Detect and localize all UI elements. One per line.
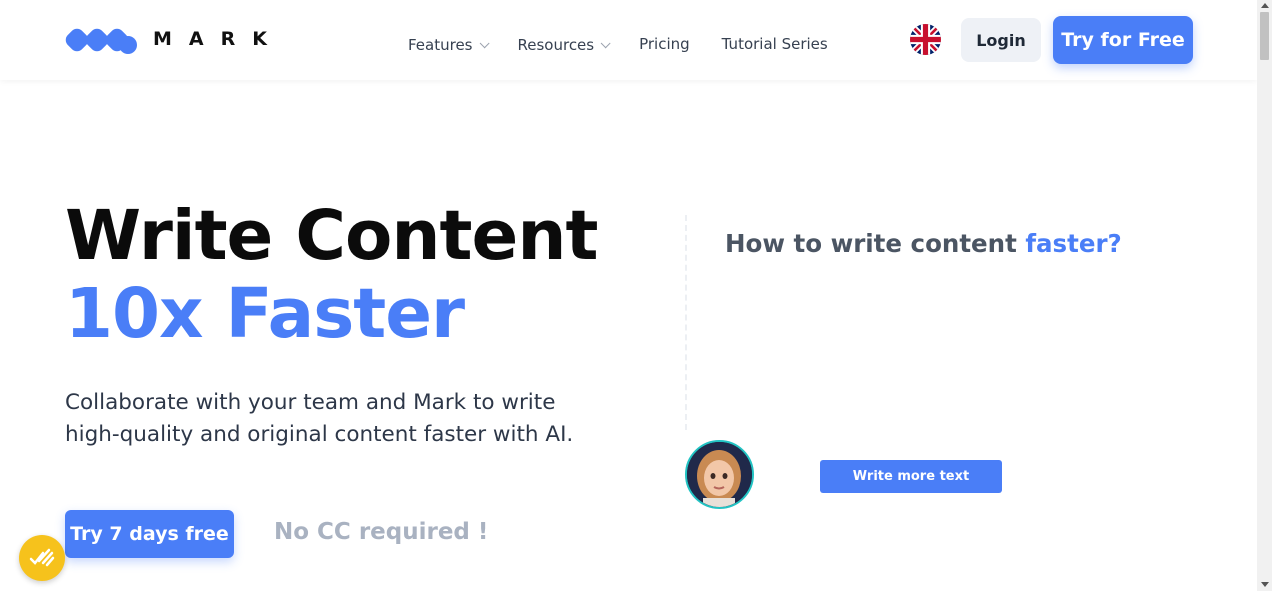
try-7-days-button[interactable]: Try 7 days free — [65, 510, 234, 558]
hero-title-accent: 10x Faster — [65, 274, 465, 354]
chevron-down-icon — [600, 37, 611, 48]
login-button[interactable]: Login — [961, 18, 1041, 62]
hero-subtitle: Collaborate with your team and Mark to w… — [65, 390, 574, 447]
try-for-free-button[interactable]: Try for Free — [1053, 16, 1193, 64]
site-header: MARK Features Resources Pricing Tutorial… — [0, 0, 1257, 80]
checklist-badge-icon[interactable] — [19, 535, 65, 581]
nav-features-label: Features — [408, 36, 473, 54]
chevron-down-icon — [479, 37, 490, 48]
scroll-thumb[interactable] — [1260, 12, 1269, 60]
hero-title: Write Content — [65, 196, 598, 276]
nav-resources[interactable]: Resources — [517, 36, 611, 54]
nav-features[interactable]: Features — [408, 36, 490, 54]
mark-logo-icon — [65, 22, 139, 56]
demo-question: How to write content faster? — [725, 229, 1122, 258]
uk-flag-icon[interactable] — [910, 24, 941, 55]
no-cc-note: No CC required ! — [274, 519, 489, 545]
scroll-down-icon[interactable] — [1261, 582, 1269, 587]
nav-tutorial-label: Tutorial Series — [721, 35, 828, 53]
nav-pricing-label: Pricing — [639, 35, 690, 53]
brand-logo[interactable]: MARK — [65, 22, 284, 56]
main-nav: Features Resources Pricing Tutorial Seri… — [408, 34, 860, 54]
nav-resources-label: Resources — [517, 36, 595, 54]
vertical-scrollbar[interactable] — [1257, 0, 1272, 591]
brand-name: MARK — [153, 28, 284, 50]
demo-question-accent: faster? — [1025, 229, 1122, 258]
demo-divider — [685, 215, 687, 430]
user-avatar — [685, 440, 754, 509]
demo-question-text: How to write content — [725, 229, 1017, 258]
write-more-text-button[interactable]: Write more text — [820, 460, 1002, 493]
nav-tutorial-series[interactable]: Tutorial Series — [722, 35, 828, 53]
nav-pricing[interactable]: Pricing — [639, 35, 690, 53]
scroll-up-icon[interactable] — [1261, 3, 1269, 8]
